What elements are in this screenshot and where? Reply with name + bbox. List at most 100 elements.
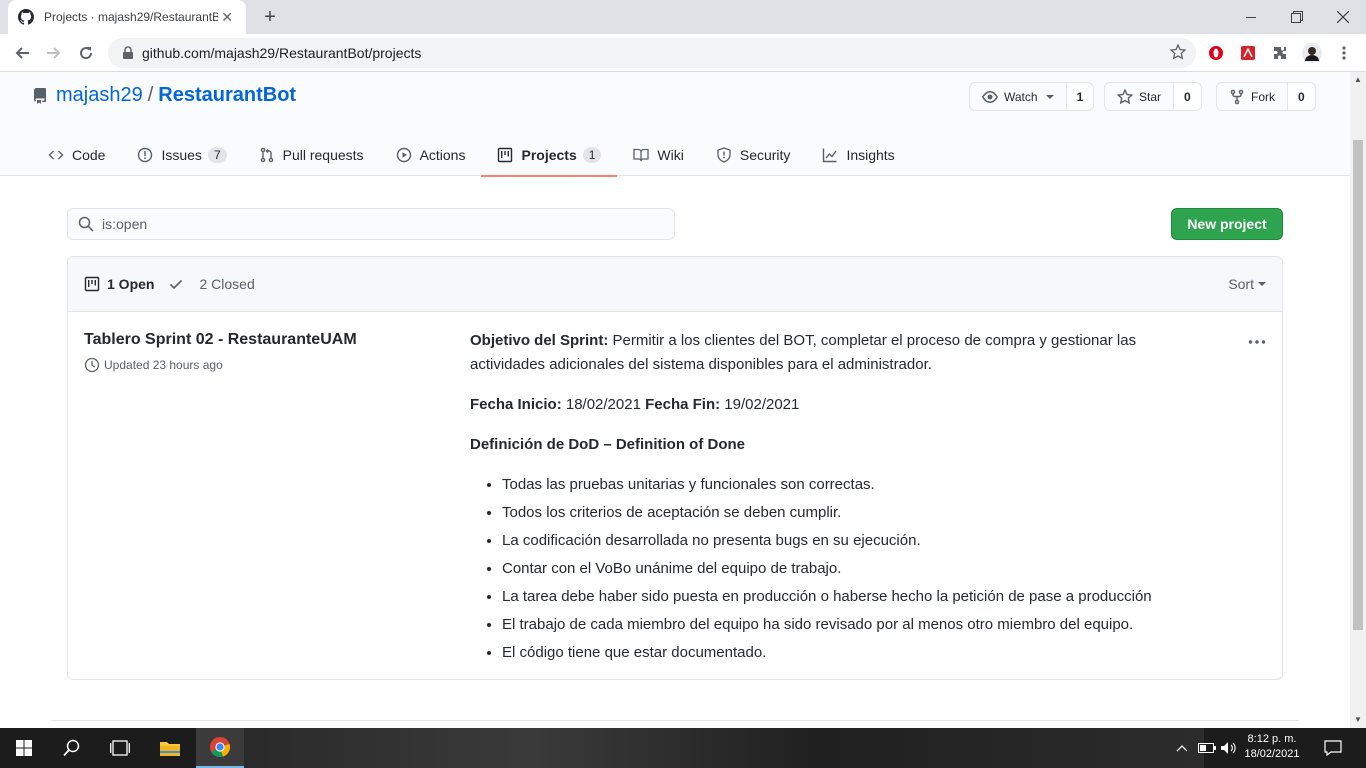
star-count[interactable]: 0 (1174, 83, 1201, 110)
notifications-icon[interactable] (1318, 728, 1348, 768)
tab-actions[interactable]: Actions (380, 134, 482, 176)
chevron-up-icon[interactable] (1172, 728, 1192, 768)
page-scrollbar[interactable]: ▲ ▼ (1350, 72, 1366, 728)
star-button-group: Star 0 (1104, 82, 1202, 111)
lock-icon (122, 46, 136, 60)
watch-label: Watch (1004, 89, 1038, 104)
file-explorer-icon[interactable] (146, 728, 194, 768)
minimize-icon[interactable] (1228, 0, 1274, 34)
volume-icon[interactable] (1218, 728, 1240, 768)
tab-code-label: Code (72, 147, 106, 163)
tab-pull-requests[interactable]: Pull requests (243, 134, 380, 176)
scroll-down-icon[interactable]: ▼ (1350, 712, 1366, 728)
star-label: Star (1139, 89, 1162, 104)
repo-owner-link[interactable]: majash29 (56, 84, 143, 107)
play-icon (396, 147, 411, 163)
search-icon (78, 216, 94, 232)
list-item: El código tiene que estar documentado. (502, 641, 1200, 665)
url-text: github.com/majash29/RestaurantBot/projec… (142, 45, 422, 61)
address-bar[interactable]: github.com/majash29/RestaurantBot/projec… (108, 38, 1196, 68)
issues-counter: 7 (207, 147, 227, 163)
scroll-up-icon[interactable]: ▲ (1350, 72, 1366, 88)
repo-name-link[interactable]: RestaurantBot (158, 84, 296, 107)
closed-projects-filter[interactable]: 2 Closed (168, 276, 255, 292)
search-icon[interactable] (48, 728, 96, 768)
task-view-icon[interactable] (96, 728, 144, 768)
closed-count-label: 2 Closed (199, 276, 255, 292)
projects-list-header: 1 Open 2 Closed Sort (68, 257, 1282, 312)
tab-security[interactable]: Security (700, 134, 807, 176)
dod-list: Todas las pruebas unitarias y funcionale… (470, 473, 1200, 665)
close-window-icon[interactable] (1320, 0, 1366, 34)
tab-insights[interactable]: Insights (806, 134, 910, 176)
watch-button[interactable]: Watch (970, 83, 1067, 110)
end-date-value: 19/02/2021 (720, 396, 800, 413)
project-summary: Tablero Sprint 02 - RestauranteUAM Updat… (84, 331, 444, 373)
browser-tab[interactable]: Projects · majash29/RestaurantBot ✕ (8, 0, 246, 34)
projects-list: 1 Open 2 Closed Sort Tablero Sprint 02 -… (67, 256, 1283, 680)
open-count-label: 1 Open (107, 276, 155, 292)
start-date-value: 18/02/2021 (561, 396, 646, 413)
windows-taskbar: 8:12 p. m. 18/02/2021 (0, 728, 1366, 768)
opera-extension-icon[interactable] (1206, 43, 1226, 63)
book-icon (633, 148, 650, 162)
list-item: La tarea debe haber sido puesta en produ… (502, 585, 1200, 609)
projects-search[interactable] (67, 208, 675, 240)
repo-title: majash29 / RestaurantBot (32, 84, 296, 107)
tab-pull-requests-label: Pull requests (282, 147, 364, 163)
chevron-down-icon (1045, 94, 1054, 99)
browser-menu-icon[interactable] (1334, 43, 1354, 63)
fork-label: Fork (1251, 89, 1275, 104)
project-updated: Updated 23 hours ago (84, 357, 444, 373)
tab-projects-label: Projects (521, 147, 577, 163)
sprint-objective: Objetivo del Sprint: Permitir a los clie… (470, 329, 1200, 377)
battery-icon[interactable] (1196, 728, 1218, 768)
open-projects-filter[interactable]: 1 Open (84, 276, 154, 292)
eye-icon (982, 90, 998, 103)
new-project-button[interactable]: New project (1171, 208, 1283, 240)
clock-date: 18/02/2021 (1244, 748, 1300, 760)
extensions-puzzle-icon[interactable] (1270, 43, 1290, 63)
system-clock[interactable]: 8:12 p. m. 18/02/2021 (1240, 732, 1304, 762)
profile-avatar[interactable] (1302, 43, 1322, 63)
search-input[interactable] (102, 216, 662, 232)
end-date-label: Fecha Fin: (645, 396, 721, 413)
sort-label: Sort (1228, 276, 1254, 292)
tab-issues[interactable]: Issues 7 (121, 134, 242, 176)
chrome-icon[interactable] (196, 728, 244, 768)
sort-dropdown[interactable]: Sort (1228, 276, 1266, 292)
fork-count[interactable]: 0 (1288, 83, 1315, 110)
project-name-link[interactable]: Tablero Sprint 02 - RestauranteUAM (84, 331, 444, 349)
new-tab-button[interactable]: + (258, 6, 282, 28)
page-viewport: majash29 / RestaurantBot Watch 1 Star 0 … (0, 72, 1350, 728)
forward-icon[interactable] (42, 41, 66, 65)
reload-icon[interactable] (74, 41, 98, 65)
footer-divider (51, 720, 1299, 721)
pdf-extension-icon[interactable] (1238, 43, 1258, 63)
watch-count[interactable]: 1 (1066, 83, 1094, 110)
list-item: La codificación desarrollada no presenta… (502, 529, 1200, 553)
restore-icon[interactable] (1274, 0, 1320, 34)
back-icon[interactable] (10, 41, 34, 65)
clock-time: 8:12 p. m. (1247, 733, 1297, 745)
repository-header: majash29 / RestaurantBot Watch 1 Star 0 … (0, 72, 1350, 177)
tab-security-label: Security (739, 147, 791, 163)
tab-projects[interactable]: Projects 1 (481, 134, 618, 177)
tab-actions-label: Actions (419, 147, 466, 163)
issue-icon (138, 147, 153, 163)
bookmark-star-icon[interactable] (1170, 44, 1186, 60)
kebab-menu-icon[interactable] (1248, 329, 1266, 350)
close-tab-icon[interactable]: ✕ (218, 9, 236, 26)
chevron-down-icon (1258, 282, 1266, 286)
scroll-thumb[interactable] (1353, 140, 1363, 630)
list-item: El trabajo de cada miembro del equipo ha… (502, 613, 1200, 637)
tab-wiki[interactable]: Wiki (617, 134, 699, 176)
fork-button[interactable]: Fork (1217, 83, 1288, 110)
tab-code[interactable]: Code (32, 134, 121, 176)
dod-title: Definición de DoD – Definition of Done (470, 433, 1200, 457)
windows-start-icon[interactable] (0, 728, 48, 768)
browser-toolbar: github.com/majash29/RestaurantBot/projec… (0, 34, 1366, 72)
taskbar-background (244, 728, 1204, 768)
tab-insights-label: Insights (846, 147, 895, 163)
star-button[interactable]: Star (1105, 83, 1175, 110)
